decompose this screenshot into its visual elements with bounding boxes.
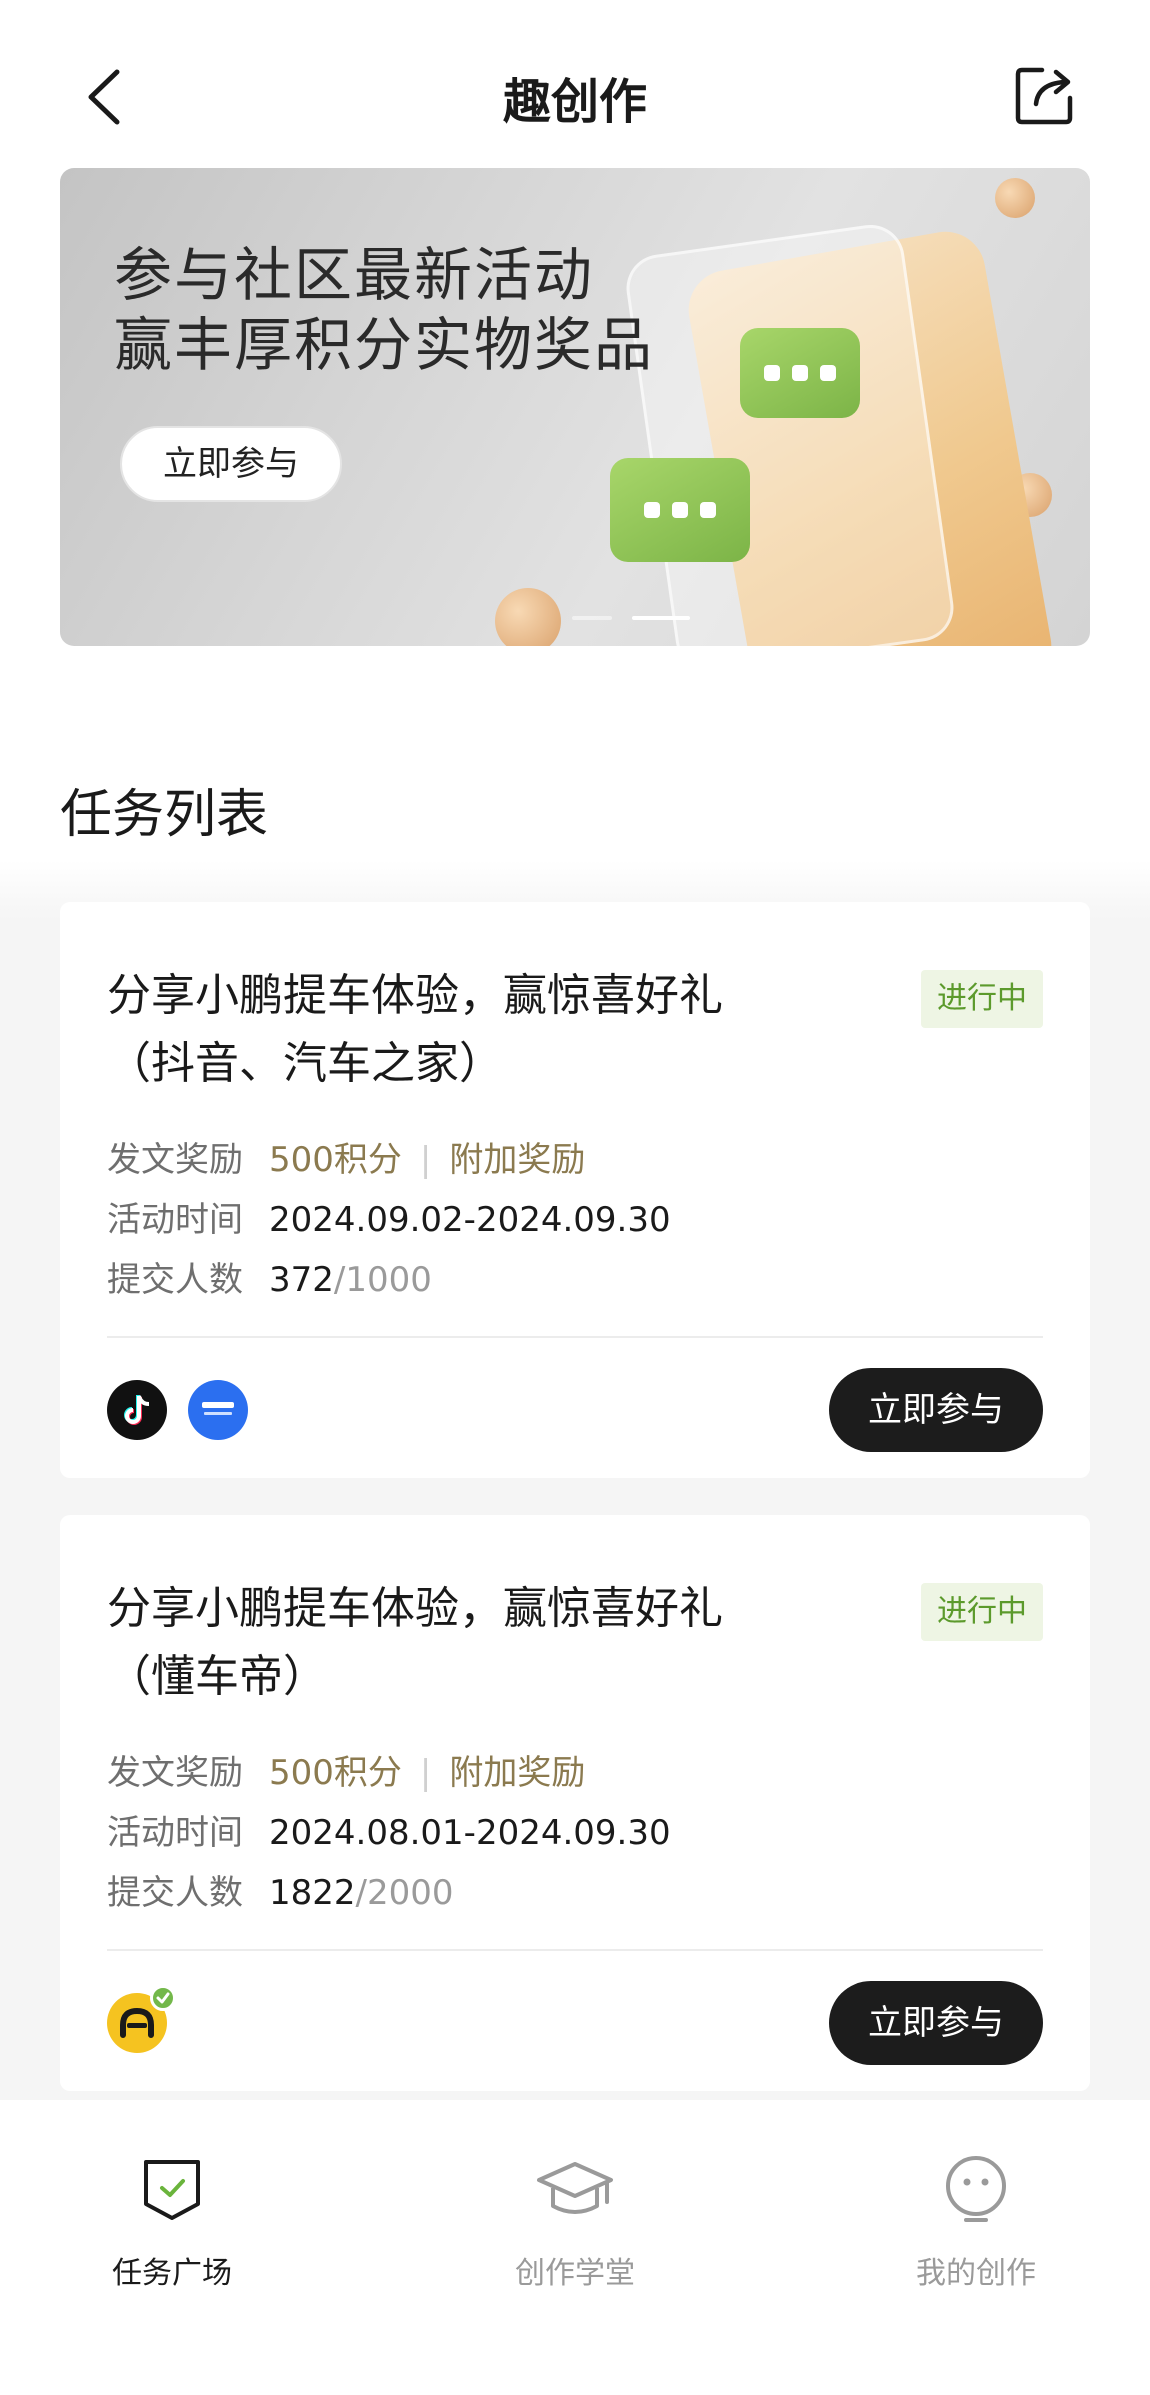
banner-join-button[interactable]: 立即参与 [120,426,342,502]
nav-label: 我的创作 [916,2256,1036,2291]
count-label: 提交人数 [107,1260,243,1300]
divider [107,1949,1043,1951]
time-label: 活动时间 [107,1200,243,1240]
task-title-line-1: 分享小鹏提车体验，赢惊喜好礼 [107,970,723,1021]
douyin-note-glyph [124,1395,150,1425]
share-button[interactable] [1012,62,1078,128]
decor-orb [995,178,1035,218]
share-icon [1015,67,1073,125]
count-row: 提交人数 1822/2000 [107,1865,454,1914]
reward-label: 发文奖励 [107,1140,243,1180]
autohome-icon [188,1380,248,1440]
count-value: 372 [269,1260,334,1300]
count-value: 1822 [269,1873,356,1913]
banner-line-1: 参与社区最新活动 [114,241,595,309]
section-title: 任务列表 [60,785,269,845]
task-card[interactable]: 分享小鹏提车体验，赢惊喜好礼 （抖音、汽车之家） 进行中 发文奖励 500积分 | 附… [60,902,1090,1478]
graduation-cap-icon [537,2162,613,2214]
nav-label: 创作学堂 [515,2256,635,2291]
task-title-line-1: 分享小鹏提车体验，赢惊喜好礼 [107,1583,723,1634]
count-row: 提交人数 372/1000 [107,1252,432,1301]
task-title-line-2: （懂车帝） [107,1651,327,1702]
reward-extra-link[interactable]: 附加奖励 [449,1140,585,1180]
reward-points: 500积分 [269,1753,402,1793]
autohome-glyph [202,1402,234,1415]
divider [107,1336,1043,1338]
task-title: 分享小鹏提车体验，赢惊喜好礼 （抖音、汽车之家） [107,962,807,1098]
carousel-dot [572,616,612,620]
reward-row: 发文奖励 500积分 | 附加奖励 [107,1745,585,1794]
decor-orb [495,588,561,646]
verified-check-icon [150,1985,176,2011]
time-value: 2024.09.02-2024.09.30 [269,1200,671,1240]
carousel-indicator [572,616,692,620]
banner-headline: 参与社区最新活动 赢丰厚积分实物奖品 [114,240,654,380]
join-button[interactable]: 立即参与 [829,1368,1043,1452]
smile-face-icon [946,2156,1006,2222]
bottom-nav: 任务广场 创作学堂 我的创作 [0,2100,1150,2395]
page-title: 趣创作 [502,74,647,130]
banner-line-2: 赢丰厚积分实物奖品 [114,311,655,379]
nav-item-creator-school[interactable]: 创作学堂 [465,2150,685,2292]
reward-row: 发文奖励 500积分 | 附加奖励 [107,1132,585,1181]
chat-bubble-icon [610,458,750,562]
reward-label: 发文奖励 [107,1753,243,1793]
phone-glass-illustration [622,220,958,646]
time-row: 活动时间 2024.09.02-2024.09.30 [107,1192,671,1241]
count-total: /2000 [355,1873,454,1913]
nav-item-task-square[interactable]: 任务广场 [62,2150,282,2292]
reward-separator: | [419,1753,432,1793]
shield-check-icon [144,2160,200,2220]
promo-banner[interactable]: 参与社区最新活动 赢丰厚积分实物奖品 立即参与 [60,168,1090,646]
top-bar: 趣创作 [0,0,1150,190]
nav-label: 任务广场 [112,2256,232,2291]
status-badge: 进行中 [921,1583,1043,1641]
count-total: /1000 [333,1260,432,1300]
task-title: 分享小鹏提车体验，赢惊喜好礼 （懂车帝） [107,1575,807,1711]
reward-extra-link[interactable]: 附加奖励 [449,1753,585,1793]
reward-points: 500积分 [269,1140,402,1180]
count-label: 提交人数 [107,1873,243,1913]
douyin-icon [107,1380,167,1440]
reward-separator: | [419,1140,432,1180]
status-badge: 进行中 [921,970,1043,1028]
carousel-dot-active [632,616,690,620]
nav-item-my-creations[interactable]: 我的创作 [866,2150,1086,2292]
chat-bubble-icon [740,328,860,418]
join-button[interactable]: 立即参与 [829,1981,1043,2065]
task-card[interactable]: 分享小鹏提车体验，赢惊喜好礼 （懂车帝） 进行中 发文奖励 500积分 | 附加奖励 … [60,1515,1090,2091]
task-title-line-2: （抖音、汽车之家） [107,1038,503,1089]
time-row: 活动时间 2024.08.01-2024.09.30 [107,1805,671,1854]
time-value: 2024.08.01-2024.09.30 [269,1813,671,1853]
time-label: 活动时间 [107,1813,243,1853]
